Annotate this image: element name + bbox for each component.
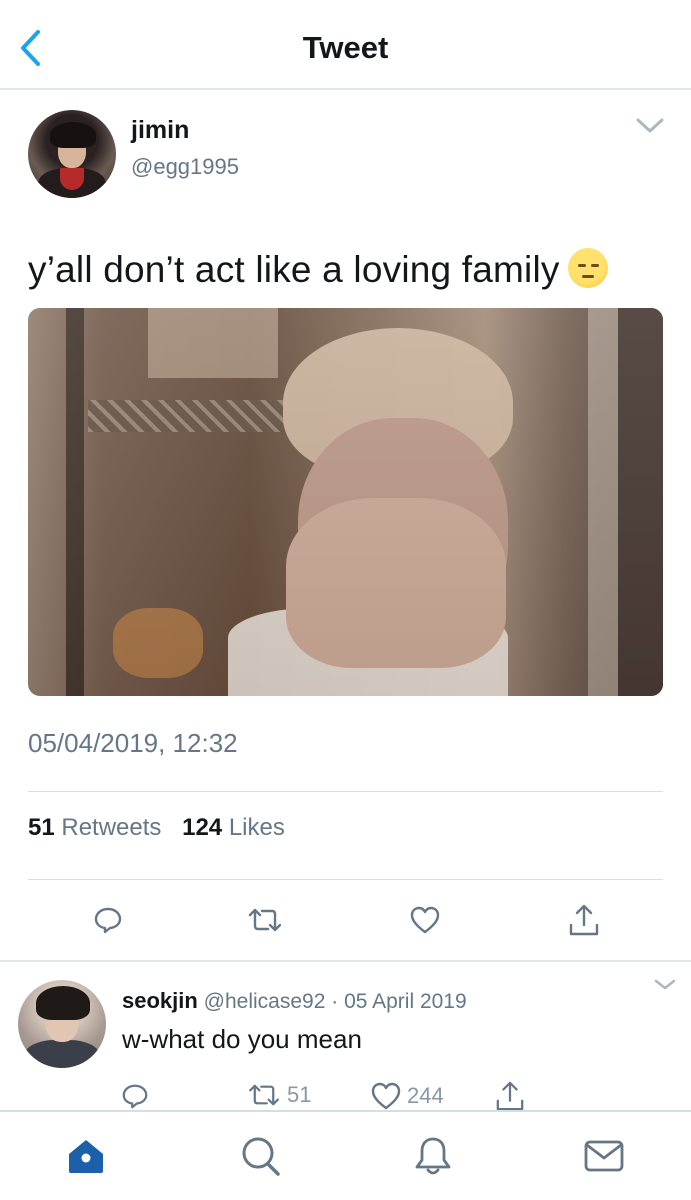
like-count: 124 (182, 814, 223, 841)
pensive-emoji-icon (567, 248, 608, 288)
mail-icon (584, 1140, 624, 1172)
tab-home[interactable] (62, 1132, 110, 1180)
likes-label: Likes (228, 814, 285, 841)
reply-retweet-count: 51 (287, 1082, 312, 1107)
retweet-icon (248, 908, 282, 932)
tweet-timestamp: 05/04/2019, 12:32 (28, 728, 238, 758)
heart-icon (410, 906, 440, 934)
divider (28, 879, 663, 880)
share-icon (496, 1081, 524, 1111)
share-button[interactable] (564, 900, 604, 940)
retweet-button[interactable] (245, 900, 285, 940)
reply-like-count: 244 (407, 1083, 444, 1108)
divider (28, 791, 663, 792)
retweets-label: Retweets (61, 814, 162, 841)
tweet-text-content: y’all don’t act like a loving family (28, 249, 560, 290)
reply-header: seokjin @helicase92 · 05 April 2019 (122, 988, 467, 1014)
author-display-name[interactable]: jimin (131, 116, 189, 145)
reply-author-handle[interactable]: @helicase92 (204, 990, 326, 1013)
author-avatar[interactable] (28, 110, 116, 198)
comment-icon (94, 907, 122, 934)
tweet-text: y’all don’t act like a loving family (28, 248, 608, 291)
tweet-photo[interactable] (28, 308, 663, 696)
tab-notifications[interactable] (409, 1132, 457, 1180)
retweet-icon (249, 1084, 279, 1106)
comment-icon (122, 1084, 148, 1109)
section-separator (0, 960, 691, 962)
reply-actions: 51 244 (0, 1080, 691, 1112)
chevron-down-icon (654, 979, 676, 990)
top-nav-bar: Tweet (0, 0, 691, 90)
tweet-actions (0, 900, 691, 940)
reply-date: 05 April 2019 (344, 990, 467, 1013)
reply-author-name[interactable]: seokjin (122, 988, 198, 1013)
like-button[interactable] (405, 900, 445, 940)
search-icon (242, 1137, 280, 1176)
tab-search[interactable] (236, 1132, 284, 1180)
reply-like-button[interactable]: 244 (371, 1082, 444, 1110)
bottom-tab-bar (0, 1110, 691, 1200)
retweets-stat[interactable]: 51 Retweets (28, 814, 161, 842)
bell-icon (415, 1137, 451, 1175)
author-handle[interactable]: @egg1995 (131, 154, 239, 180)
reply-retweet-button[interactable]: 51 (247, 1082, 311, 1108)
reply-button[interactable] (88, 900, 128, 940)
reply-meta-separator: · (325, 990, 345, 1013)
likes-stat[interactable]: 124 Likes (182, 814, 285, 842)
share-icon (569, 904, 599, 936)
heart-icon (371, 1082, 401, 1110)
chevron-down-icon (636, 118, 664, 133)
tweet-stats: 51 Retweets 124 Likes (28, 814, 299, 842)
reply-share-button[interactable] (495, 1080, 525, 1112)
page-title: Tweet (302, 30, 389, 65)
reply-author-avatar[interactable] (18, 980, 106, 1068)
reply-reply-button[interactable] (121, 1082, 149, 1110)
retweet-count: 51 (28, 814, 55, 841)
reply-options-button[interactable] (651, 974, 679, 996)
home-icon (69, 1140, 103, 1173)
tab-messages[interactable] (580, 1132, 628, 1180)
reply-text: w-what do you mean (122, 1024, 362, 1054)
tweet-options-button[interactable] (633, 112, 667, 140)
